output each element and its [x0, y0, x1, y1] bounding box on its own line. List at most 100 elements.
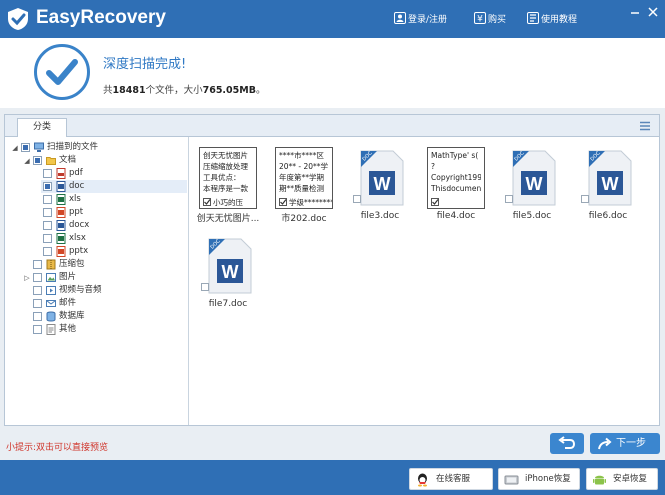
login-register-label: 登录/注册 [408, 15, 448, 25]
tree-item-docx[interactable]: docx [5, 219, 185, 232]
svg-text:¥: ¥ [477, 15, 483, 24]
next-step-label: 下一步 [616, 438, 646, 449]
android-recovery-button[interactable]: 安卓恢复 [586, 468, 658, 490]
folder-icon [46, 157, 56, 165]
media-icon [46, 286, 56, 295]
tree-item-doc[interactable]: doc [41, 180, 187, 193]
tab-category[interactable]: 分类 [17, 118, 67, 137]
tree-item-archives[interactable]: 压缩包 [5, 258, 185, 271]
tutorial-label: 使用教程 [541, 15, 578, 25]
file-item[interactable]: MathType' s( ? Copyright199 Thisdocument… [421, 141, 491, 225]
total-size: 765.05MB [202, 85, 256, 96]
file-name: 市202.doc [281, 214, 327, 224]
file-item[interactable]: DOC W file6.doc [573, 141, 643, 225]
tree-item-media[interactable]: 视频与音频 [5, 284, 185, 297]
file-item[interactable]: 创天无忧图片 压缩缩放处理 工具优点： 本程序是一款 小巧的压 创天无忧图片..… [193, 141, 263, 225]
file-count: 18481 [112, 85, 146, 96]
checkbox[interactable] [33, 286, 42, 295]
other-icon [46, 324, 56, 335]
title-bar: EasyRecovery 登录/注册 ¥ 购买 使用教程 [0, 0, 665, 38]
file-item[interactable]: ****市****区 20** - 20**学 年度第**学期 期**质量检测 … [269, 141, 339, 225]
buy-label: 购买 [488, 15, 507, 25]
file-checkbox[interactable] [201, 283, 209, 291]
tree-item-pdf[interactable]: pdf [5, 167, 185, 180]
online-support-button[interactable]: 在线客服 [409, 468, 493, 490]
collapse-icon[interactable]: ◢ [23, 157, 31, 165]
checkbox[interactable] [33, 299, 42, 308]
next-step-button[interactable]: 下一步 [590, 433, 660, 454]
checkbox[interactable] [33, 312, 42, 321]
excel-icon [56, 194, 66, 205]
yen-icon: ¥ [474, 12, 486, 24]
file-name: file7.doc [208, 299, 248, 309]
file-name: file3.doc [360, 211, 400, 221]
book-icon [527, 12, 539, 24]
scan-status-panel: 深度扫描完成! 共18481个文件，大小765.05MB。 [0, 38, 665, 108]
checkbox[interactable] [43, 247, 52, 256]
file-item[interactable]: DOC W file3.doc [345, 141, 415, 225]
tree-item-xls[interactable]: xls [5, 193, 185, 206]
database-icon [46, 311, 56, 322]
file-item[interactable]: DOC W file7.doc [193, 229, 263, 313]
pdf-icon [56, 168, 66, 179]
collapse-icon[interactable]: ◢ [11, 144, 19, 152]
expand-icon[interactable]: ▷ [23, 274, 31, 282]
file-checkbox[interactable] [203, 198, 211, 206]
word-icon [56, 220, 66, 231]
checkbox[interactable] [33, 325, 42, 334]
tree-item-pptx[interactable]: pptx [5, 245, 185, 258]
computer-icon [34, 142, 44, 152]
tutorial-link[interactable]: 使用教程 [527, 12, 577, 25]
image-icon [46, 273, 56, 282]
view-menu-icon[interactable] [639, 121, 651, 131]
forward-arrow-icon [598, 437, 612, 450]
scan-summary: 共18481个文件，大小765.05MB。 [103, 85, 266, 96]
file-checkbox[interactable] [431, 198, 439, 206]
checkbox[interactable] [33, 273, 42, 282]
checkbox[interactable] [43, 195, 52, 204]
ppt-icon [56, 207, 66, 218]
file-checkbox[interactable] [353, 195, 361, 203]
login-register-link[interactable]: 登录/注册 [394, 12, 447, 25]
file-name: file6.doc [588, 211, 628, 221]
iphone-recovery-label: iPhone恢复 [525, 474, 571, 484]
iphone-recovery-button[interactable]: iPhone恢复 [498, 468, 580, 490]
minimize-icon [631, 12, 639, 14]
back-button[interactable] [550, 433, 584, 454]
file-checkbox[interactable] [505, 195, 513, 203]
checkbox[interactable] [43, 234, 52, 243]
tree-item-documents[interactable]: ◢ 文档 [5, 154, 185, 167]
scan-complete-title: 深度扫描完成! [103, 57, 187, 72]
checkbox[interactable] [43, 221, 52, 230]
tree-item-xlsx[interactable]: xlsx [5, 232, 185, 245]
buy-link[interactable]: ¥ 购买 [474, 12, 506, 25]
qq-icon [418, 473, 427, 487]
checkbox[interactable] [43, 169, 52, 178]
close-icon [648, 7, 658, 17]
checkbox[interactable] [33, 260, 42, 269]
app-logo-icon [8, 8, 28, 30]
tree-item-database[interactable]: 数据库 [5, 310, 185, 323]
tree-item-mail[interactable]: 邮件 [5, 297, 185, 310]
category-tree: ◢ 扫描到的文件 ◢ 文档 pdf doc xls ppt docx xlsx … [5, 137, 189, 425]
file-checkbox[interactable] [581, 195, 589, 203]
file-item[interactable]: DOC W file5.doc [497, 141, 567, 225]
iphone-icon [504, 475, 519, 485]
checkbox[interactable] [43, 182, 52, 191]
user-icon [394, 12, 406, 24]
checkbox[interactable] [33, 156, 42, 165]
tree-item-scanned-files[interactable]: ◢ 扫描到的文件 [5, 141, 185, 154]
svg-text:W: W [602, 174, 619, 194]
tree-item-images[interactable]: ▷ 图片 [5, 271, 185, 284]
tree-item-other[interactable]: 其他 [5, 323, 185, 336]
file-checkbox[interactable] [279, 198, 287, 206]
checkbox[interactable] [43, 208, 52, 217]
results-panel: 分类 ◢ 扫描到的文件 ◢ 文档 pdf doc xls ppt docx xl… [4, 114, 660, 426]
preview-hint: 小提示:双击可以直接预览 [6, 443, 109, 453]
close-button[interactable] [646, 5, 660, 19]
android-recovery-label: 安卓恢复 [613, 474, 648, 484]
tree-item-ppt[interactable]: ppt [5, 206, 185, 219]
file-grid: 创天无忧图片 压缩缩放处理 工具优点： 本程序是一款 小巧的压 创天无忧图片..… [191, 137, 657, 425]
checkbox[interactable] [21, 143, 30, 152]
minimize-button[interactable] [628, 5, 642, 19]
